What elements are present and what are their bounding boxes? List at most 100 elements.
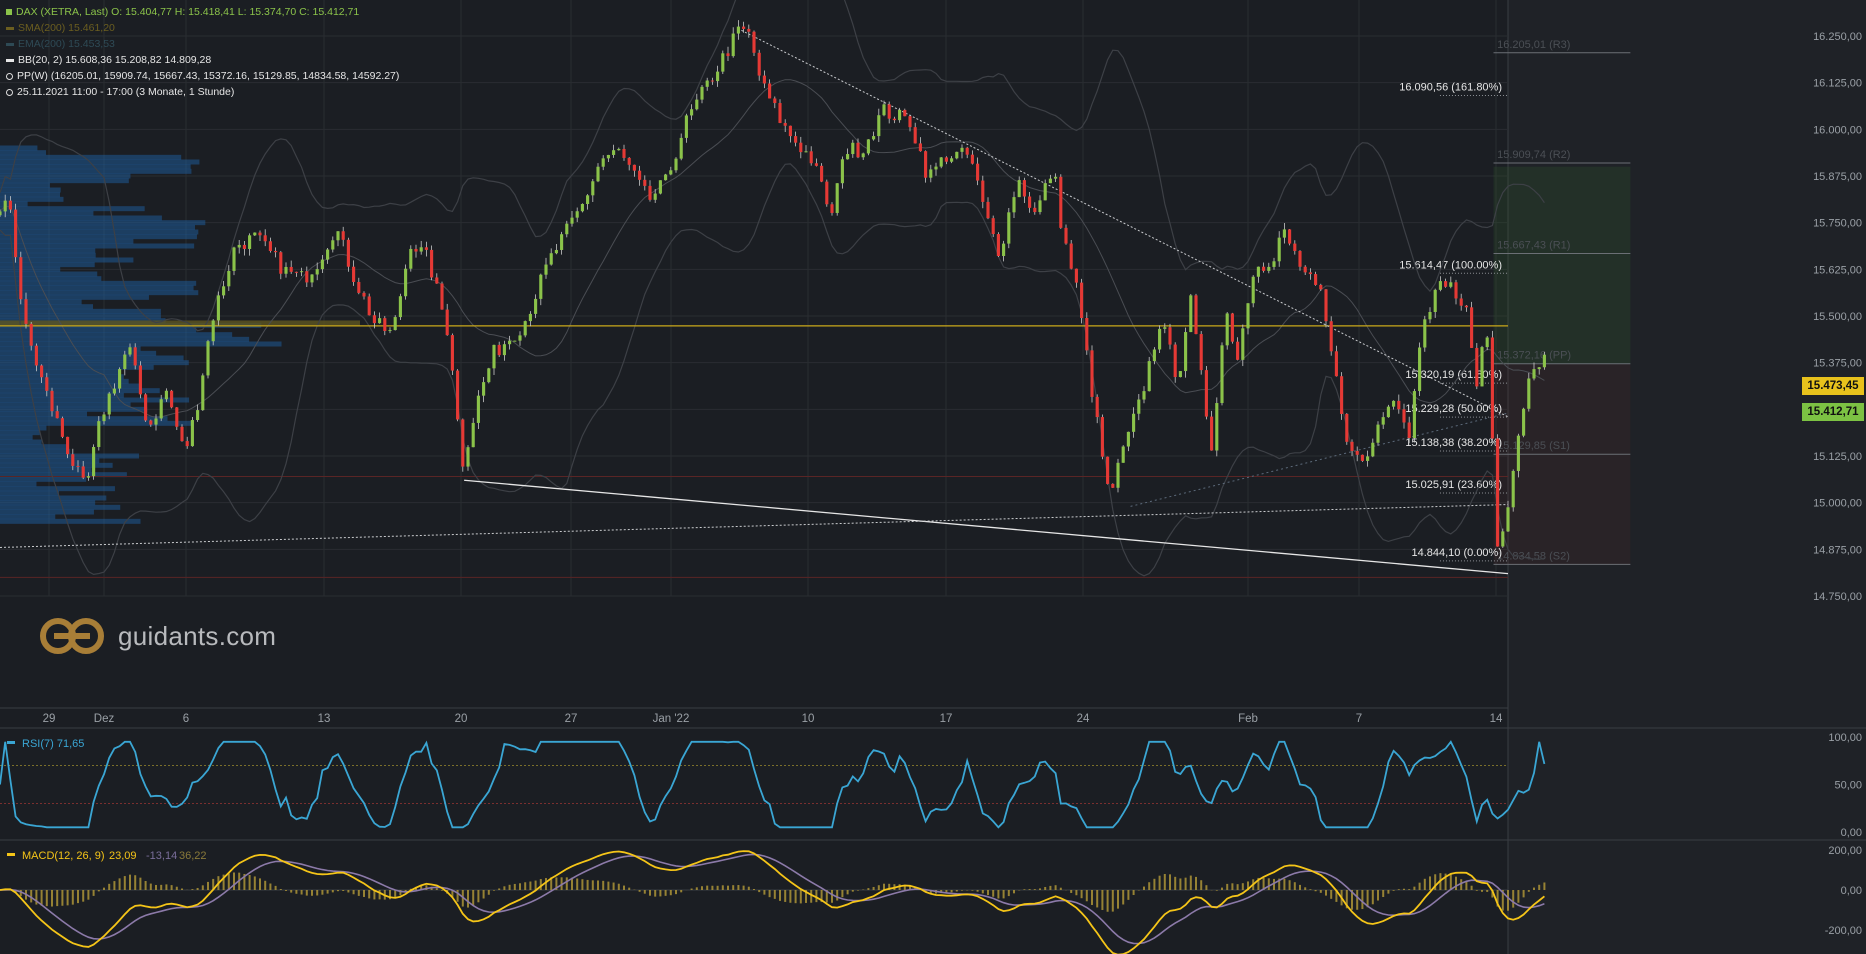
candle bbox=[1142, 391, 1146, 400]
candle bbox=[232, 247, 236, 271]
macd-histogram-bar bbox=[841, 890, 844, 898]
macd-histogram-bar bbox=[1132, 890, 1135, 895]
volume-profile-bar bbox=[0, 168, 192, 174]
macd-histogram-bar bbox=[82, 890, 85, 902]
macd-histogram-bar bbox=[1023, 889, 1026, 890]
volume-profile-bar bbox=[0, 402, 131, 408]
candle bbox=[284, 266, 288, 274]
candle bbox=[1121, 446, 1125, 463]
candle bbox=[996, 234, 1000, 256]
candle bbox=[123, 354, 127, 370]
macd-histogram-bar bbox=[711, 885, 714, 890]
macd-histogram-bar bbox=[846, 890, 849, 895]
candle bbox=[1272, 261, 1276, 267]
candle bbox=[783, 122, 787, 126]
candle bbox=[450, 335, 454, 371]
candle bbox=[55, 411, 59, 419]
candle bbox=[612, 150, 616, 155]
candle bbox=[726, 53, 730, 57]
candle bbox=[918, 143, 922, 152]
macd-histogram-bar bbox=[1111, 890, 1114, 912]
macd-histogram-bar bbox=[638, 890, 641, 892]
candle bbox=[315, 269, 319, 275]
candle bbox=[534, 298, 538, 314]
macd-histogram-bar bbox=[1195, 876, 1197, 890]
macd-histogram-bar bbox=[716, 885, 719, 890]
macd-histogram-bar bbox=[877, 885, 880, 890]
candle bbox=[1080, 282, 1084, 318]
candle bbox=[1438, 281, 1442, 290]
macd-histogram-bar bbox=[149, 883, 152, 890]
volume-profile-bar bbox=[0, 453, 140, 459]
macd-histogram-bar bbox=[513, 883, 516, 890]
candle bbox=[1485, 337, 1489, 348]
macd-histogram-bar bbox=[565, 877, 568, 890]
candle bbox=[107, 393, 111, 415]
candle bbox=[1028, 196, 1032, 208]
candle bbox=[1002, 243, 1006, 256]
candle bbox=[362, 292, 366, 297]
candle bbox=[560, 234, 564, 250]
volume-profile-bar bbox=[0, 504, 121, 510]
candle bbox=[346, 239, 350, 267]
macd-histogram-bar bbox=[311, 890, 313, 896]
macd-histogram-bar bbox=[961, 890, 963, 891]
macd-histogram-bar bbox=[857, 890, 859, 891]
symbol-icon bbox=[6, 9, 12, 16]
candle bbox=[773, 98, 777, 104]
candle bbox=[991, 218, 995, 235]
macd-histogram-bar bbox=[981, 890, 984, 894]
candle bbox=[1334, 351, 1338, 377]
macd-histogram-bar bbox=[976, 890, 979, 892]
candle bbox=[794, 136, 798, 143]
candle bbox=[840, 159, 844, 184]
candle bbox=[757, 52, 761, 76]
macd-histogram-bar bbox=[87, 890, 90, 900]
chart-canvas: 16.250,00 16.125,00 16.000,00 15.875,00 15.7… bbox=[0, 0, 1866, 954]
candle bbox=[1428, 311, 1432, 320]
volume-profile-bar bbox=[0, 434, 33, 440]
macd-histogram-bar bbox=[487, 890, 490, 895]
macd-histogram-bar bbox=[529, 881, 532, 890]
rsi-tick-label: 50,00 bbox=[1834, 780, 1862, 792]
candle bbox=[944, 157, 948, 162]
candle bbox=[0, 211, 2, 216]
macd-histogram-bar bbox=[508, 884, 511, 890]
candle bbox=[378, 318, 382, 324]
macd-title: MACD(12, 26, 9) bbox=[22, 850, 105, 862]
macd-histogram-bar bbox=[1241, 883, 1244, 890]
candle bbox=[190, 420, 194, 447]
macd-histogram-bar bbox=[581, 879, 584, 890]
macd-histogram-bar bbox=[1356, 890, 1359, 910]
volume-profile-bar bbox=[0, 360, 189, 366]
macd-histogram-bar bbox=[654, 890, 657, 897]
macd-histogram-bar bbox=[196, 887, 199, 890]
macd-histogram-bar bbox=[576, 878, 579, 890]
candle bbox=[8, 200, 12, 210]
pivot-zone-up bbox=[1493, 166, 1631, 364]
candle bbox=[274, 250, 278, 253]
macd-histogram-bar bbox=[1033, 889, 1036, 890]
macd-histogram-bar bbox=[1465, 881, 1468, 890]
volume-profile-bar bbox=[0, 304, 94, 310]
macd-histogram-bar bbox=[1330, 890, 1333, 899]
volume-profile-bar bbox=[0, 285, 194, 291]
macd-histogram-bar bbox=[664, 890, 667, 896]
candle bbox=[40, 365, 44, 378]
macd-value: 23,09 bbox=[109, 850, 137, 862]
macd-histogram-bar bbox=[955, 890, 958, 892]
candle bbox=[14, 209, 18, 258]
candle bbox=[424, 247, 428, 250]
macd-histogram-bar bbox=[872, 886, 875, 890]
candle bbox=[289, 266, 293, 272]
macd-tick-label: 200,00 bbox=[1828, 845, 1862, 857]
macd-histogram-bar bbox=[139, 877, 142, 890]
candle bbox=[1350, 441, 1354, 451]
candle bbox=[1085, 317, 1089, 351]
y-tick-label: 15.000,00 bbox=[1813, 498, 1862, 510]
macd-histogram-bar bbox=[602, 880, 605, 890]
candle bbox=[814, 163, 818, 166]
candle bbox=[570, 217, 574, 224]
macd-histogram-bar bbox=[316, 890, 319, 896]
macd-histogram-bar bbox=[1304, 887, 1307, 890]
